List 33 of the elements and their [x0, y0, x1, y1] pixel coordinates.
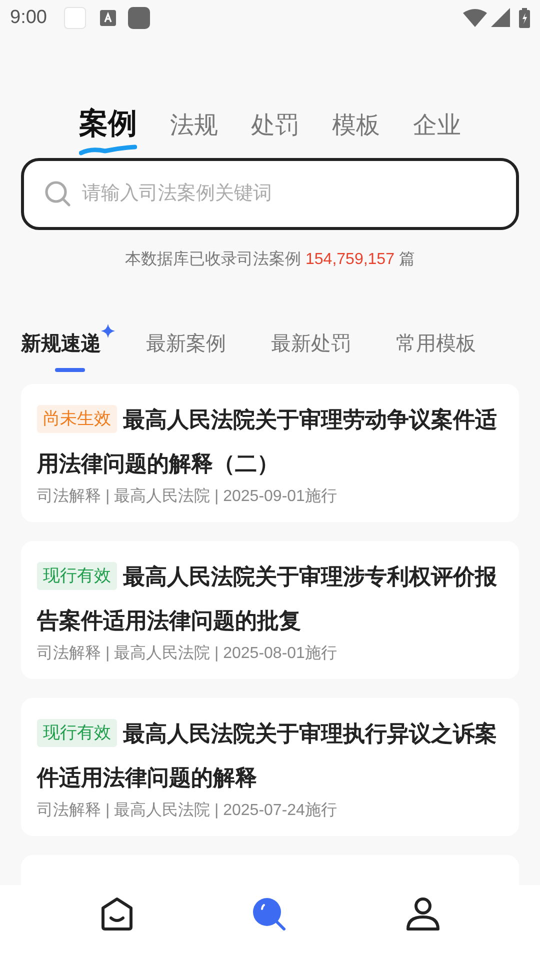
card-meta: 司法解释 | 最高人民法院 | 2025-07-24施行 — [37, 800, 338, 821]
brush-underline-icon — [79, 144, 137, 156]
home-icon[interactable] — [100, 896, 134, 932]
notification-icon — [64, 7, 86, 29]
battery-icon — [519, 8, 530, 28]
keyboard-icon — [100, 10, 116, 26]
stats-text: 本数据库已收录司法案例 154,759,157 篇 — [124, 249, 416, 270]
card-meta: 司法解释 | 最高人民法院 | 2025-09-01施行 — [37, 486, 338, 507]
profile-icon[interactable] — [406, 896, 440, 932]
status-tag: 尚未生效 — [37, 405, 117, 433]
category-tab[interactable]: 处罚 — [251, 108, 299, 144]
regulation-card[interactable]: 尚未生效 最高人民法院关于审理劳动争议案件适用法律问题的解释（二） 司法解释 | 最高人民法院 | 2025-09-01施行 — [21, 384, 519, 522]
status-time: 9:00 — [10, 6, 47, 30]
card-title: 尚未生效 最高人民法院关于审理劳动争议案件适用法律问题的解释（二） — [37, 404, 498, 478]
card-title: 现行有效 最高人民法院关于审理执行异议之诉案件适用法律问题的解释 — [37, 718, 498, 792]
category-tab[interactable]: 模板 — [332, 108, 380, 144]
regulation-card[interactable]: 现行有效 最高人民法院关于审理执行异议之诉案件适用法律问题的解释 司法解释 | 最高人民法院 | 2025-07-24施行 — [21, 698, 519, 836]
category-tab[interactable]: 企业 — [413, 108, 461, 144]
search-field[interactable]: 请输入司法案例关键词 — [21, 158, 519, 230]
app-icon — [128, 7, 150, 29]
card-meta: 司法解释 | 最高人民法院 | 2025-08-01施行 — [37, 644, 338, 664]
section-tab[interactable]: 最新案例 — [146, 324, 226, 372]
category-tab[interactable]: 案例 — [79, 104, 137, 156]
regulation-card[interactable]: 现行有效 最高人民法院关于审理涉专利权评价报告案件适用法律问题的批复 司法解释 | 最高人民法院 | 2025-08-01施行 — [21, 541, 519, 679]
section-tab[interactable]: 最新处罚 — [271, 324, 351, 372]
section-tab[interactable]: 常用模板 — [396, 324, 476, 372]
status-tag: 现行有效 — [37, 719, 117, 747]
section-tab[interactable]: 新规速递 — [21, 324, 115, 372]
signal-icon — [491, 8, 511, 28]
category-tab[interactable]: 法规 — [170, 108, 218, 144]
card-title: 现行有效 最高人民法院关于审理涉专利权评价报告案件适用法律问题的批复 — [37, 561, 498, 635]
status-tag: 现行有效 — [37, 562, 117, 590]
wifi-icon — [463, 8, 487, 28]
